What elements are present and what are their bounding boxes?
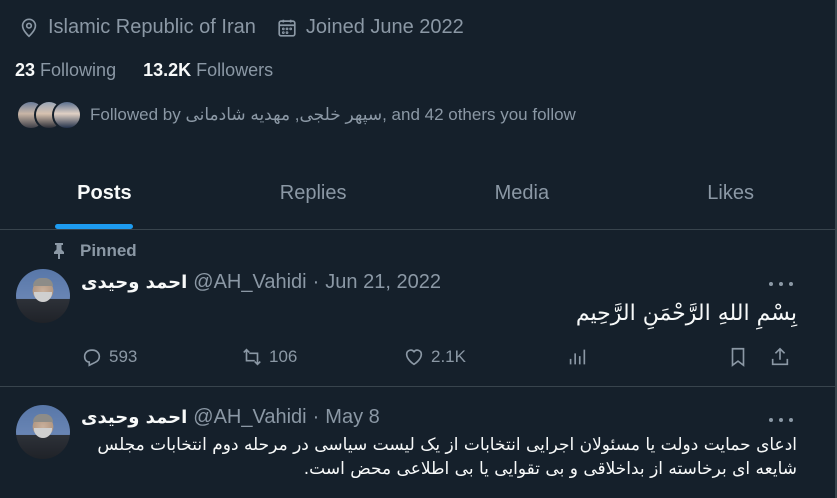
- tweet-header: احمد وحیدی @AH_Vahidi · May 8: [81, 406, 380, 429]
- followed-by[interactable]: Followed by سپهر خلجی, مهدیه شادمانی, an…: [16, 100, 576, 130]
- author-name[interactable]: احمد وحیدی: [81, 272, 187, 293]
- active-tab-indicator: [55, 224, 133, 229]
- location-text: Islamic Republic of Iran: [48, 16, 256, 38]
- tweet[interactable]: Pinned احمد وحیدی @AH_Vahidi · Jun 21, 2…: [0, 231, 835, 387]
- author-handle[interactable]: @AH_Vahidi: [193, 271, 306, 294]
- profile-meta: Islamic Republic of Iran Joined June 202…: [18, 16, 484, 39]
- more-options-icon[interactable]: [769, 280, 793, 288]
- tweet-text: ادعای حمایت دولت یا مسئولان اجرایی انتخا…: [97, 435, 797, 479]
- retweet-icon: [243, 348, 261, 366]
- tab-likes[interactable]: Likes: [626, 158, 835, 229]
- heart-icon: [405, 349, 423, 366]
- following-label: Following: [40, 60, 117, 80]
- pinned-label: Pinned: [52, 241, 137, 261]
- share-button[interactable]: [769, 346, 797, 368]
- views-icon: [569, 349, 586, 365]
- tweet-date[interactable]: May 8: [325, 406, 379, 429]
- avatar: [52, 100, 82, 130]
- location: Islamic Republic of Iran: [18, 16, 256, 39]
- join-date-text: Joined June 2022: [305, 16, 464, 38]
- followed-by-text: Followed by سپهر خلجی, مهدیه شادمانی, an…: [90, 105, 576, 124]
- tab-label: Replies: [279, 182, 347, 204]
- followers-count: 13.2K: [143, 60, 192, 80]
- tab-label: Media: [494, 182, 550, 204]
- more-options-icon[interactable]: [769, 416, 793, 424]
- retweet-button[interactable]: 106: [241, 346, 297, 368]
- profile-tabs: Posts Replies Media Likes: [0, 158, 835, 230]
- join-date: Joined June 2022: [276, 16, 464, 39]
- retweet-count: 106: [269, 347, 298, 366]
- author-handle[interactable]: @AH_Vahidi: [193, 406, 306, 429]
- like-count: 2.1K: [431, 347, 466, 366]
- tab-replies[interactable]: Replies: [209, 158, 418, 229]
- follow-stats: 23 Following 13.2K Followers: [15, 60, 300, 81]
- calendar-icon: [278, 19, 296, 37]
- following-link[interactable]: 23 Following: [15, 60, 116, 81]
- followers-label: Followers: [196, 60, 274, 80]
- bookmark-icon: [731, 347, 745, 367]
- like-button[interactable]: 2.1K: [403, 346, 466, 368]
- pinned-text: Pinned: [80, 241, 137, 260]
- avatar[interactable]: [16, 405, 70, 459]
- bookmark-button[interactable]: [727, 346, 755, 368]
- tweet-header: احمد وحیدی @AH_Vahidi · Jun 21, 2022: [81, 271, 441, 294]
- author-name[interactable]: احمد وحیدی: [81, 407, 187, 428]
- tab-label: Likes: [707, 182, 754, 204]
- tab-posts[interactable]: Posts: [0, 158, 209, 229]
- avatar[interactable]: [16, 269, 70, 323]
- followers-link[interactable]: 13.2K Followers: [143, 60, 273, 81]
- follower-avatars: [16, 100, 82, 130]
- reply-button[interactable]: 593: [81, 346, 137, 368]
- share-icon: [771, 347, 789, 366]
- views-button[interactable]: [566, 346, 594, 368]
- tab-label: Posts: [77, 182, 132, 204]
- reply-count: 593: [109, 347, 138, 366]
- tweet-actions: 593 106 2.1K: [81, 345, 797, 369]
- separator: ·: [312, 406, 320, 428]
- tweet-text: بِسْمِ اللهِ الرَّحْمَنِ الرَّحِيم: [575, 301, 797, 326]
- tab-media[interactable]: Media: [418, 158, 627, 229]
- location-pin-icon: [21, 17, 37, 37]
- pin-icon: [54, 243, 64, 259]
- reply-icon: [83, 349, 101, 367]
- tweet[interactable]: احمد وحیدی @AH_Vahidi · May 8 ادعای حمای…: [0, 388, 835, 498]
- tweet-date[interactable]: Jun 21, 2022: [325, 271, 441, 294]
- separator: ·: [312, 271, 320, 293]
- following-count: 23: [15, 60, 36, 80]
